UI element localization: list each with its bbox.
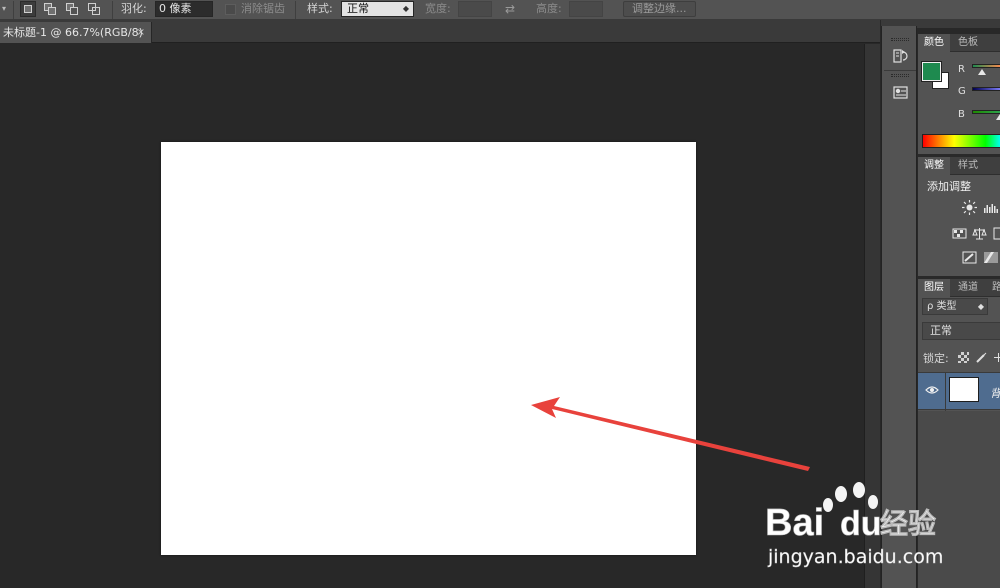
tab-channels[interactable]: 通道 <box>952 279 984 297</box>
layer-filter-select[interactable]: ρ 类型 ◆ <box>922 298 988 315</box>
foreground-color-swatch[interactable] <box>921 61 942 82</box>
blend-mode-select[interactable]: 正常 <box>922 322 1000 340</box>
eye-icon[interactable] <box>925 385 939 395</box>
channel-g-slider[interactable] <box>972 87 1000 91</box>
lock-transparent-pixels-icon[interactable] <box>958 352 969 363</box>
width-label: 宽度: <box>425 2 451 15</box>
document-canvas[interactable] <box>161 142 696 555</box>
history-panel-icon[interactable] <box>892 48 909 65</box>
updown-arrows-icon: ◆ <box>402 4 409 13</box>
tool-preset-dropdown-icon[interactable]: ▾ <box>2 0 6 18</box>
channel-b-label: B <box>958 109 965 120</box>
document-title: 未标题-1 @ 66.7%(RGB/8) <box>3 26 143 39</box>
options-bar: ▾ 羽化: 0 像素 消除锯齿 样式: 正常 ◆ 宽度: ⇄ 高度: 调整边缘.… <box>0 0 1000 20</box>
refine-edge-button[interactable]: 调整边缘... <box>623 1 696 17</box>
adjustments-panel-tabs: 调整 样式 <box>918 157 1000 175</box>
intersect-selection-button[interactable] <box>86 1 102 17</box>
style-label: 样式: <box>307 2 333 15</box>
tab-layers[interactable]: 图层 <box>918 279 950 297</box>
vertical-scrollbar[interactable] <box>864 44 880 588</box>
width-input[interactable] <box>458 1 492 17</box>
grip-handle[interactable] <box>891 38 909 41</box>
antialias-label: 消除锯齿 <box>241 2 285 15</box>
add-adjustment-label: 添加调整 <box>927 180 971 193</box>
lock-label: 锁定: <box>923 352 949 365</box>
document-tab[interactable]: 未标题-1 @ 66.7%(RGB/8) × <box>0 22 152 43</box>
separator <box>295 1 296 19</box>
layer-row-background[interactable]: 背 <box>918 372 1000 411</box>
panel-icon-strip <box>881 26 917 588</box>
levels-icon[interactable] <box>983 200 998 215</box>
tab-adjustments[interactable]: 调整 <box>918 157 950 175</box>
properties-panel-icon[interactable] <box>892 84 909 101</box>
separator <box>884 70 916 71</box>
style-select-value: 正常 <box>347 2 369 15</box>
lock-position-icon[interactable] <box>993 352 1000 363</box>
height-label: 高度: <box>536 2 562 15</box>
separator <box>13 1 14 19</box>
tab-swatches[interactable]: 色板 <box>952 34 984 52</box>
channel-g-label: G <box>958 86 966 97</box>
layer-thumbnail <box>949 377 979 402</box>
color-panel-tabs: 颜色 色板 <box>918 34 1000 52</box>
add-to-selection-button[interactable] <box>42 1 58 17</box>
color-spectrum-bar[interactable] <box>922 134 1000 148</box>
gradient-map-icon[interactable] <box>983 250 998 265</box>
tab-styles[interactable]: 样式 <box>952 157 984 175</box>
grip-handle[interactable] <box>891 74 909 77</box>
feather-input[interactable]: 0 像素 <box>155 1 213 17</box>
lock-image-pixels-icon[interactable] <box>976 352 987 363</box>
swap-dimensions-icon[interactable]: ⇄ <box>505 0 515 18</box>
style-select[interactable]: 正常 ◆ <box>341 1 414 17</box>
tab-color[interactable]: 颜色 <box>918 34 950 52</box>
tab-paths[interactable]: 路 <box>986 279 1000 297</box>
layers-list-empty-area <box>918 411 1000 588</box>
brightness-contrast-icon[interactable] <box>962 200 977 215</box>
channel-r-thumb[interactable] <box>978 69 986 75</box>
photo-filter-icon[interactable] <box>962 250 977 265</box>
separator <box>945 373 946 411</box>
layer-filter-label: ρ 类型 <box>927 301 957 312</box>
layers-panel-tabs: 图层 通道 路 <box>918 279 1000 297</box>
channel-r-slider[interactable] <box>972 64 1000 68</box>
layer-name[interactable]: 背 <box>990 385 1000 401</box>
document-tab-bar: 未标题-1 @ 66.7%(RGB/8) × <box>0 20 880 43</box>
channel-b-thumb[interactable] <box>996 114 1000 120</box>
balance-scale-icon[interactable] <box>972 226 987 241</box>
updown-arrows-icon: ◆ <box>977 302 984 311</box>
right-panels: 颜色 色板 R G B 调整 样式 添加调整 图层 通道 路 ρ 类型 ◆ 正常… <box>918 34 1000 588</box>
new-selection-button[interactable] <box>20 1 36 17</box>
subtract-from-selection-button[interactable] <box>64 1 80 17</box>
separator <box>112 1 113 19</box>
height-input[interactable] <box>569 1 603 17</box>
color-balance-icon[interactable] <box>952 226 967 241</box>
antialias-checkbox[interactable] <box>225 4 236 15</box>
close-tab-icon[interactable]: × <box>137 22 145 43</box>
channel-r-label: R <box>958 64 965 75</box>
black-white-icon[interactable] <box>993 226 1000 241</box>
feather-label: 羽化: <box>121 2 147 15</box>
